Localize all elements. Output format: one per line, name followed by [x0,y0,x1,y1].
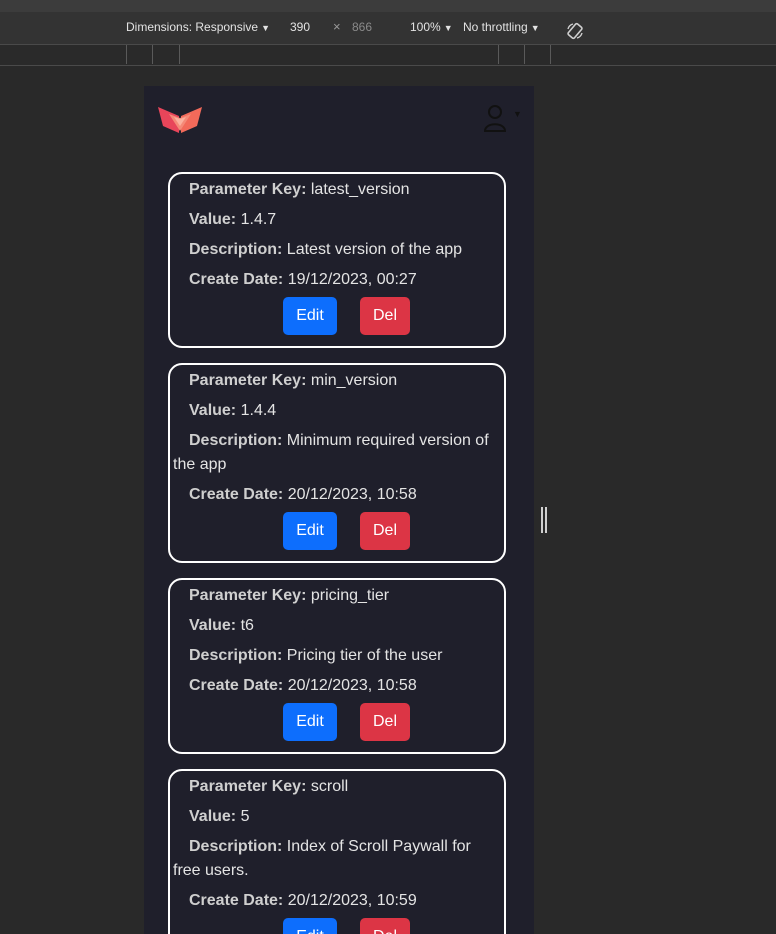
device-viewport: ▼ Parameter Key: latest_version Value: 1… [144,86,534,934]
create-date-value: 20/12/2023, 10:59 [287,892,417,909]
viewport-resize-handle[interactable] [541,507,547,533]
parameter-card: Parameter Key: pricing_tier Value: t6 De… [168,578,506,754]
times-glyph: × [333,19,341,34]
chevron-down-icon: ▼ [443,23,453,33]
description-row: Description: Pricing tier of the user [189,647,443,664]
value-row: Value: 1.4.4 [189,402,277,419]
description-row: Description: Index of Scroll Paywall for… [173,838,471,879]
user-icon [484,105,507,132]
parameter-key-value: min_version [310,372,398,389]
delete-button[interactable]: Del [360,297,410,335]
value-row: Value: 1.4.7 [189,211,277,228]
parameter-key-value: scroll [310,778,349,795]
create-date-value: 19/12/2023, 00:27 [287,271,417,288]
dimensions-dropdown[interactable]: Dimensions: Responsive ▼ [126,20,270,34]
create-date-row: Create Date: 19/12/2023, 00:27 [189,271,417,288]
value-row: Value: t6 [189,617,254,634]
create-date-value: 20/12/2023, 10:58 [287,677,417,694]
create-date-row: Create Date: 20/12/2023, 10:59 [189,892,417,909]
edit-button[interactable]: Edit [283,512,337,550]
parameter-key-row: Parameter Key: scroll [189,778,349,795]
dimensions-label: Dimensions: Responsive [126,20,259,34]
chevron-down-icon: ▼ [261,23,270,33]
parameter-card: Parameter Key: min_version Value: 1.4.4 … [168,363,506,563]
value-value: t6 [240,617,254,634]
devtools-top-strip [0,0,776,12]
parameter-key-row: Parameter Key: min_version [189,372,398,389]
media-query-ruler [0,45,776,66]
throttling-label: No throttling [463,20,528,34]
rotate-icon[interactable] [566,22,584,40]
logo-icon [158,107,202,133]
device-toolbar: Dimensions: Responsive ▼ 390 × 866 100% ▼ … [0,12,776,45]
value-value: 1.4.4 [240,402,277,419]
value-value: 1.4.7 [240,211,277,228]
create-date-row: Create Date: 20/12/2023, 10:58 [189,486,417,503]
parameter-key-row: Parameter Key: pricing_tier [189,587,390,604]
edit-button[interactable]: Edit [283,918,337,934]
delete-button[interactable]: Del [360,918,410,934]
delete-button[interactable]: Del [360,512,410,550]
parameter-card: Parameter Key: scroll Value: 5 Descripti… [168,769,506,934]
parameter-key-value: latest_version [310,181,410,198]
chevron-down-icon: ▼ [530,23,540,33]
height-input[interactable]: 866 [352,20,372,34]
value-row: Value: 5 [189,808,250,825]
description-value: Pricing tier of the user [286,647,443,664]
description-row: Description: Latest version of the app [189,241,463,258]
delete-button[interactable]: Del [360,703,410,741]
chevron-down-icon: ▼ [513,109,522,119]
user-menu-button[interactable]: ▼ [484,104,524,132]
create-date-value: 20/12/2023, 10:58 [287,486,417,503]
zoom-dropdown[interactable]: 100% ▼ [410,20,453,34]
value-value: 5 [240,808,250,825]
description-row: Description: Minimum required version of… [173,432,489,473]
parameter-card: Parameter Key: latest_version Value: 1.4… [168,172,506,348]
edit-button[interactable]: Edit [283,703,337,741]
parameter-key-value: pricing_tier [310,587,390,604]
create-date-row: Create Date: 20/12/2023, 10:58 [189,677,417,694]
edit-button[interactable]: Edit [283,297,337,335]
description-value: Latest version of the app [286,241,463,258]
throttling-dropdown[interactable]: No throttling ▼ [463,20,540,34]
zoom-label: 100% [410,20,441,34]
width-input[interactable]: 390 [290,20,310,34]
parameter-key-row: Parameter Key: latest_version [189,181,410,198]
